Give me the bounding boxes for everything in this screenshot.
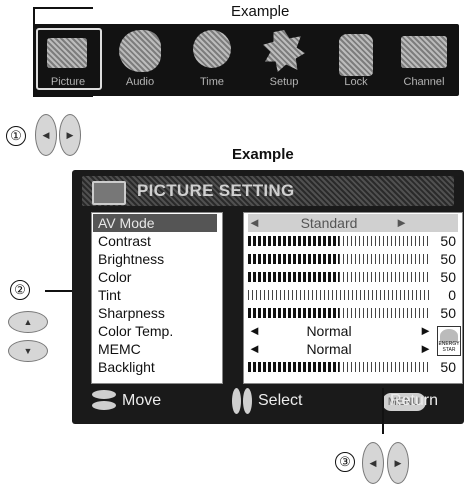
menu-item-audio[interactable]: Audio xyxy=(105,24,175,96)
osd-footer: Move Select MENU Return xyxy=(82,386,454,416)
chevron-right-icon: ▶ xyxy=(66,130,74,140)
menu-item-label: Time xyxy=(199,76,225,88)
level-bar xyxy=(248,308,430,318)
setting-value-color[interactable]: 50 xyxy=(248,268,458,286)
osd-title-bar: PICTURE SETTING xyxy=(82,176,454,206)
footer-move-label: Move xyxy=(122,392,162,409)
chevron-left-icon: ◀ xyxy=(369,458,377,468)
level-bar xyxy=(248,290,430,300)
setting-label-backlight[interactable]: Backlight xyxy=(98,358,155,376)
menu-item-setup[interactable]: Setup xyxy=(249,24,319,96)
menu-item-channel[interactable]: Channel xyxy=(389,24,459,96)
up-button[interactable]: ▲ xyxy=(8,311,48,333)
right-button-3[interactable]: ▶ xyxy=(387,442,409,484)
osd-title: PICTURE SETTING xyxy=(137,181,295,200)
setting-value-number: 50 xyxy=(440,269,456,285)
audio-icon xyxy=(119,30,161,72)
level-bar xyxy=(248,362,430,372)
setting-label-sharpness[interactable]: Sharpness xyxy=(98,304,165,322)
left-button-3[interactable]: ◀ xyxy=(362,442,384,484)
setting-label-tint[interactable]: Tint xyxy=(98,286,121,304)
menu-item-label: Lock xyxy=(344,76,368,88)
setup-icon xyxy=(263,30,305,72)
setting-value-contrast[interactable]: 50 xyxy=(248,232,458,250)
caption-example-middle: Example xyxy=(232,146,294,163)
setting-label-color[interactable]: Color xyxy=(98,268,131,286)
setting-value-text: Normal xyxy=(306,341,352,357)
select-left-right-icon xyxy=(232,388,241,414)
callout-line-3 xyxy=(382,388,384,434)
menu-item-lock[interactable]: Lock xyxy=(321,24,391,96)
setting-value-text: Standard xyxy=(300,215,358,231)
setting-label-color-temp[interactable]: Color Temp. xyxy=(98,322,173,340)
setting-value-sharpness[interactable]: 50 xyxy=(248,304,458,322)
menu-item-label: Channel xyxy=(403,76,445,88)
down-button[interactable]: ▼ xyxy=(8,340,48,362)
move-up-down-icon xyxy=(92,401,116,410)
chevron-down-icon: ▼ xyxy=(23,346,33,356)
move-up-down-icon xyxy=(92,390,116,399)
setting-value-tint[interactable]: 0 xyxy=(248,286,458,304)
setting-value-av-mode[interactable]: ◄ Standard ► xyxy=(248,214,458,232)
tv-icon xyxy=(92,181,126,205)
level-bar-remaining xyxy=(339,308,430,318)
settings-label-list: AV Mode Contrast Brightness Color Tint S… xyxy=(91,212,223,384)
setting-label-brightness[interactable]: Brightness xyxy=(98,250,164,268)
arrow-right-icon: ► xyxy=(419,341,432,356)
footer-select-label: Select xyxy=(258,392,303,409)
level-bar-fill xyxy=(248,254,339,264)
level-bar xyxy=(248,254,430,264)
setting-value-text: Normal xyxy=(306,323,352,339)
bracket-line xyxy=(33,7,93,9)
level-bar-remaining xyxy=(339,362,430,372)
settings-value-list: ◄ Standard ► 50 50 50 0 50 ◄ Normal ► ◄ … xyxy=(243,212,463,384)
setting-value-color-temp[interactable]: ◄ Normal ► xyxy=(248,322,458,340)
setting-value-number: 50 xyxy=(440,251,456,267)
setting-value-number: 50 xyxy=(440,305,456,321)
level-bar-fill xyxy=(248,308,339,318)
caption-example-top: Example xyxy=(231,3,290,20)
setting-label-memc[interactable]: MEMC xyxy=(98,340,141,358)
setting-value-number: 50 xyxy=(440,233,456,249)
setting-label-av-mode[interactable]: AV Mode xyxy=(93,214,217,232)
callout-number-2: ② xyxy=(10,280,30,300)
energy-star-label: ENERGY STAR xyxy=(438,341,460,353)
callout-number-1: ① xyxy=(6,126,26,146)
menu-item-label: Setup xyxy=(269,76,299,88)
arrow-right-icon: ► xyxy=(395,215,408,230)
setting-value-backlight[interactable]: 50 xyxy=(248,358,458,376)
level-bar-remaining xyxy=(248,290,430,300)
left-button-1[interactable]: ◀ xyxy=(35,114,57,156)
menu-item-label: Audio xyxy=(125,76,155,88)
level-bar xyxy=(248,236,430,246)
setting-label-contrast[interactable]: Contrast xyxy=(98,232,151,250)
setting-value-number: 0 xyxy=(448,287,456,303)
level-bar xyxy=(248,272,430,282)
setting-value-memc[interactable]: ◄ Normal ► xyxy=(248,340,458,358)
level-bar-fill xyxy=(248,362,339,372)
menu-item-time[interactable]: Time xyxy=(177,24,247,96)
setting-value-number: 50 xyxy=(440,359,456,375)
level-bar-fill xyxy=(248,236,339,246)
level-bar-remaining xyxy=(339,272,430,282)
level-bar-remaining xyxy=(339,254,430,264)
chevron-up-icon: ▲ xyxy=(23,317,33,327)
chevron-right-icon: ▶ xyxy=(394,458,402,468)
level-bar-remaining xyxy=(339,236,430,246)
footer-return-label: Return xyxy=(390,392,439,409)
select-left-right-icon xyxy=(243,388,252,414)
setting-value-brightness[interactable]: 50 xyxy=(248,250,458,268)
energy-star-icon: ENERGY STAR xyxy=(437,326,461,356)
channel-icon xyxy=(401,36,447,68)
lock-icon xyxy=(339,34,373,76)
bracket-line xyxy=(33,95,93,97)
time-icon xyxy=(193,30,231,68)
arrow-right-icon: ► xyxy=(419,323,432,338)
chevron-left-icon: ◀ xyxy=(42,130,50,140)
picture-selection-highlight xyxy=(36,28,102,90)
callout-number-3: ③ xyxy=(335,452,355,472)
bracket-line xyxy=(33,7,35,97)
level-bar-fill xyxy=(248,272,339,282)
right-button-1[interactable]: ▶ xyxy=(59,114,81,156)
